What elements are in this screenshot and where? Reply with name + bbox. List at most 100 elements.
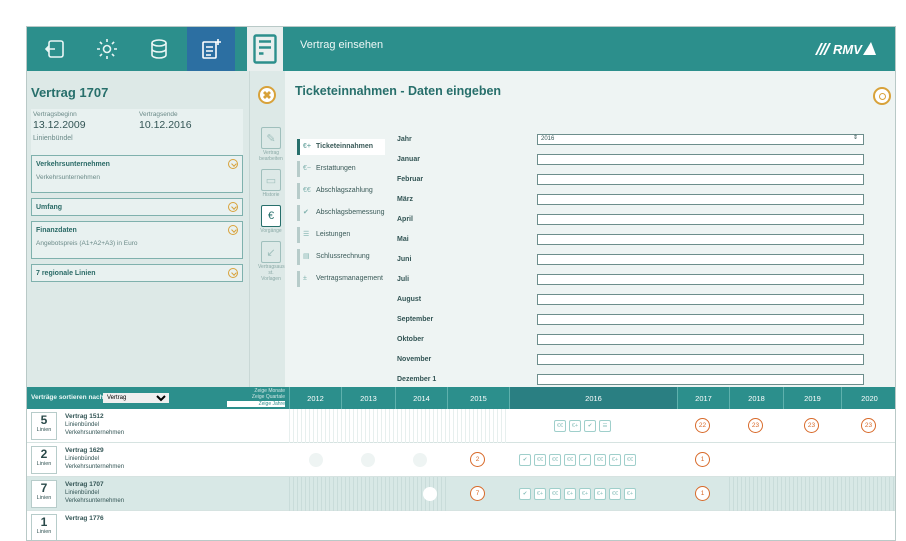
- menu-item-ticketeinnahmen[interactable]: €+ Ticketeinnahmen: [297, 139, 385, 155]
- year-2013[interactable]: 2013: [341, 387, 395, 409]
- section-regionale-linien[interactable]: 7 regionale Linien: [31, 264, 243, 282]
- euro-plus-icon: €+: [303, 143, 311, 150]
- section-verkehrsunternehmen[interactable]: Verkehrsunternehmen Verkehrsunternehmen: [31, 155, 243, 193]
- year-2018[interactable]: 2018: [729, 387, 783, 409]
- juli-input[interactable]: [537, 274, 864, 285]
- februar-input[interactable]: [537, 174, 864, 185]
- end-value: 10.12.2016: [139, 119, 192, 131]
- view-years-option[interactable]: Zeige Jahre: [227, 400, 285, 408]
- database-icon[interactable]: [135, 27, 183, 71]
- select-arrow-icon: ⇕: [853, 135, 859, 141]
- euro-icon: €: [261, 205, 281, 227]
- field-juli: Juli: [397, 273, 867, 289]
- templates-button[interactable]: ↙ Vertragsaus- st. Vorlagen: [258, 241, 286, 282]
- sort-select[interactable]: Vertrag: [103, 393, 169, 403]
- year-2017[interactable]: 2017: [677, 387, 729, 409]
- list-icon: ☰: [599, 420, 611, 432]
- menu-item-leistungen[interactable]: ☰ Leistungen: [297, 227, 385, 243]
- scrollbar[interactable]: [895, 413, 896, 429]
- field-mai: Mai: [397, 233, 867, 249]
- plus-minus-icon: ±: [303, 275, 307, 282]
- juni-input[interactable]: [537, 254, 864, 265]
- new-document-icon[interactable]: [187, 27, 235, 71]
- year-2014[interactable]: 2014: [395, 387, 447, 409]
- begin-label: Vertragsbeginn: [33, 111, 77, 118]
- contract-row[interactable]: 1 Linien Vertrag 1776: [27, 511, 895, 540]
- history-button[interactable]: ▭ Historie: [258, 169, 284, 198]
- count-badge[interactable]: 1: [695, 486, 710, 501]
- section-umfang[interactable]: Umfang: [31, 198, 243, 216]
- count-badge[interactable]: 23: [861, 418, 876, 433]
- year-2020[interactable]: 2020: [841, 387, 895, 409]
- chevron-down-icon[interactable]: [228, 202, 238, 212]
- arrow-icon: ↙: [261, 241, 281, 263]
- contract-title: Vertrag 1707: [31, 85, 109, 100]
- field-april: April: [397, 213, 867, 229]
- field-maerz: März: [397, 193, 867, 209]
- year-2012[interactable]: 2012: [289, 387, 341, 409]
- dezember-input[interactable]: [537, 374, 864, 385]
- section-finanzdaten[interactable]: Finanzdaten Angebotspreis (A1+A2+A3) in …: [31, 221, 243, 259]
- calculator-icon[interactable]: [247, 27, 283, 71]
- edit-icon: ✎: [261, 127, 281, 149]
- year-2019[interactable]: 2019: [783, 387, 841, 409]
- chevron-down-icon[interactable]: [228, 159, 238, 169]
- euro-double-icon: €€: [303, 187, 311, 194]
- menu-item-schlussrechnung[interactable]: ▤ Schlussrechnung: [297, 249, 385, 265]
- check-icon: ✔: [303, 209, 309, 216]
- gear-icon[interactable]: [83, 27, 131, 71]
- field-november: November: [397, 353, 867, 369]
- sort-label: Verträge sortieren nach: [31, 394, 104, 401]
- chevron-down-icon[interactable]: [228, 225, 238, 235]
- vorgaenge-button[interactable]: € Vorgänge: [258, 205, 284, 234]
- contract-row[interactable]: 5 Linien Vertrag 1512 Linienbündel Verkehrs…: [27, 409, 895, 443]
- contract-row-selected[interactable]: 7 Linien Vertrag 1707 Linienbündel Verkehrs…: [27, 477, 895, 511]
- logout-icon[interactable]: [31, 27, 79, 71]
- timeline-header: Verträge sortieren nach Vertrag Zeige Mo…: [27, 387, 895, 409]
- category-menu: €+ Ticketeinnahmen €− Erstattungen €€ Absch…: [297, 139, 385, 293]
- line-count: 2 Linien: [31, 446, 57, 474]
- line-count: 5 Linien: [31, 412, 57, 440]
- edit-contract-button[interactable]: ✎ Vertrag bearbeiten: [258, 127, 284, 162]
- section-title: Ticketeinnahmen - Daten eingeben: [295, 84, 502, 98]
- year-2016[interactable]: 2016: [509, 387, 677, 409]
- field-september: September: [397, 313, 867, 329]
- januar-input[interactable]: [537, 154, 864, 165]
- field-februar: Februar: [397, 173, 867, 189]
- contract-details-panel: Vertrag 1707 Vertragsbeginn 13.12.2009 V…: [27, 71, 249, 387]
- count-badge[interactable]: 7: [470, 486, 485, 501]
- november-input[interactable]: [537, 354, 864, 365]
- august-input[interactable]: [537, 294, 864, 305]
- count-badge[interactable]: 22: [695, 418, 710, 433]
- count-badge[interactable]: 23: [804, 418, 819, 433]
- april-input[interactable]: [537, 214, 864, 225]
- oktober-input[interactable]: [537, 334, 864, 345]
- year-2015[interactable]: 2015: [447, 387, 509, 409]
- top-toolbar: Vertrag einsehen RMV: [27, 27, 895, 71]
- year-select[interactable]: 2016: [537, 134, 864, 145]
- maerz-input[interactable]: [537, 194, 864, 205]
- svg-text:RMV: RMV: [833, 42, 863, 57]
- search-icon[interactable]: [873, 87, 891, 105]
- september-input[interactable]: [537, 314, 864, 325]
- field-august: August: [397, 293, 867, 309]
- payment-icon: €€: [554, 420, 566, 432]
- menu-item-abschlagsbemessung[interactable]: ✔ Abschlagsbemessung: [297, 205, 385, 221]
- menu-item-abschlagszahlung[interactable]: €€ Abschlagszahlung: [297, 183, 385, 199]
- contract-type: Linienbündel: [33, 135, 73, 142]
- contract-row[interactable]: 2 Linien Vertrag 1629 Linienbündel Verkehrs…: [27, 443, 895, 477]
- count-badge[interactable]: 1: [695, 452, 710, 467]
- close-icon[interactable]: ✖: [258, 86, 276, 104]
- field-juni: Juni: [397, 253, 867, 269]
- end-label: Vertragsende: [139, 111, 178, 118]
- mai-input[interactable]: [537, 234, 864, 245]
- menu-item-erstattungen[interactable]: €− Erstattungen: [297, 161, 385, 177]
- page-title: Vertrag einsehen: [300, 39, 384, 51]
- chevron-down-icon[interactable]: [228, 268, 238, 278]
- rmv-logo: RMV: [813, 39, 877, 64]
- list-icon: ☰: [303, 231, 310, 238]
- count-badge[interactable]: 2: [470, 452, 485, 467]
- count-badge[interactable]: 23: [748, 418, 763, 433]
- menu-item-vertragsmanagement[interactable]: ± Vertragsmanagement: [297, 271, 385, 287]
- income-icon: €+: [569, 420, 581, 432]
